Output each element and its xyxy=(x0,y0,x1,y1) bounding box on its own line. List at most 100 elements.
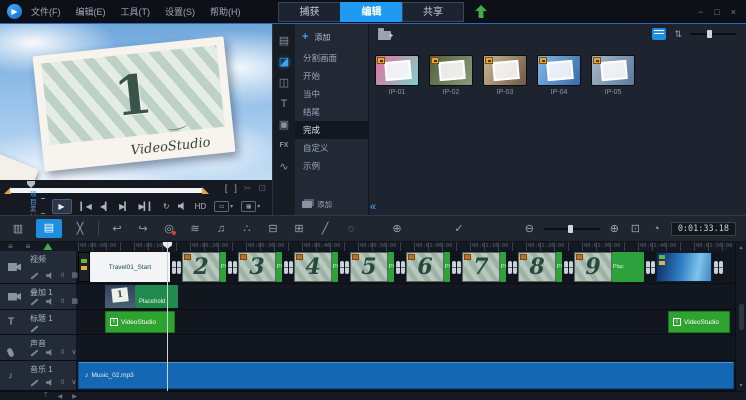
next-frame-icon[interactable]: ▶▎ xyxy=(119,202,129,211)
motion-tracking-icon[interactable]: ∴ xyxy=(239,220,255,238)
hd-quality-button[interactable]: HD xyxy=(195,202,207,211)
category-item-5[interactable]: 自定义 xyxy=(295,139,368,157)
clip-number-3[interactable]: 3 xyxy=(238,252,276,282)
overlay-clip-thumb[interactable]: 1 xyxy=(105,285,135,308)
title-clip-2[interactable]: TVideoStudio xyxy=(668,311,730,333)
music-clip[interactable]: ♪Music_02.mp3 xyxy=(78,362,734,389)
track-header-3[interactable]: 声音0∨ xyxy=(0,335,77,360)
mute-icon[interactable] xyxy=(46,379,53,386)
zoom-slider[interactable] xyxy=(544,228,600,230)
sound-mixer-icon[interactable]: ≋ xyxy=(187,220,203,238)
sort-icon[interactable]: ⇅ xyxy=(674,29,682,40)
category-item-2[interactable]: 当中 xyxy=(295,85,368,103)
undo-icon[interactable]: ↩ xyxy=(109,220,125,238)
grid-icon[interactable]: ▦ xyxy=(71,298,78,305)
timeline-ruler[interactable]: 00:00:00:0000:00:10:0000:00:20:0000:00:3… xyxy=(78,242,735,251)
track-header-1[interactable]: 叠加 10▦ xyxy=(0,284,77,309)
menu-item-3[interactable]: 设置(S) xyxy=(165,5,195,18)
clip-number-7[interactable]: 7 xyxy=(462,252,500,282)
menu-item-0[interactable]: 文件(F) xyxy=(31,5,61,18)
tab-share[interactable]: 共享 xyxy=(402,2,464,22)
scroll-up-icon[interactable]: ▴ xyxy=(739,244,742,251)
slider-knob[interactable] xyxy=(568,225,573,233)
add-track-icon[interactable]: ≡ xyxy=(26,242,31,251)
track-header-2[interactable]: T标题 1 xyxy=(0,310,77,334)
playhead-line[interactable] xyxy=(167,242,168,391)
transition-icon[interactable] xyxy=(338,252,350,282)
clip-number-9[interactable]: 9 xyxy=(574,252,612,282)
collapse-panel-icon[interactable]: « xyxy=(370,202,376,212)
tab-capture[interactable]: 捕获 xyxy=(278,2,340,22)
project-duration-icon[interactable]: ◔ xyxy=(650,220,663,238)
ripple-edit-icon[interactable] xyxy=(30,379,38,386)
transition-icon[interactable] xyxy=(644,252,656,282)
go-end-icon[interactable]: ▶▎▎ xyxy=(138,202,153,211)
transition-icon[interactable] xyxy=(506,252,518,282)
graphic-icon[interactable]: ▣ xyxy=(279,119,289,131)
tools-icon[interactable]: ╳ xyxy=(72,220,88,238)
category-item-1[interactable]: 开始 xyxy=(295,67,368,85)
subtitle-editor-icon[interactable]: ⊟ xyxy=(265,220,281,238)
transition-icon[interactable] xyxy=(170,252,182,282)
mask-creator-icon[interactable]: ◌ xyxy=(343,220,359,238)
menu-item-2[interactable]: 工具(T) xyxy=(121,5,151,18)
library-footer-button[interactable]: 添加 xyxy=(302,199,332,210)
ripple-edit-icon[interactable] xyxy=(30,325,38,332)
clip-travel01[interactable]: Travel01_Start xyxy=(90,252,170,282)
multi-camera-editor-icon[interactable]: ✓ xyxy=(451,220,467,238)
timeline-view-icon[interactable]: ▤ xyxy=(36,219,62,238)
clip-number-5[interactable]: 5 xyxy=(350,252,388,282)
grid-icon[interactable]: ▦ xyxy=(71,272,78,279)
ripple-edit-icon[interactable] xyxy=(30,272,38,279)
category-item-3[interactable]: 结尾 xyxy=(295,103,368,121)
transition-icon[interactable] xyxy=(562,252,574,282)
redo-icon[interactable]: ↪ xyxy=(135,220,151,238)
add-category-button[interactable]: + 添加 xyxy=(295,29,368,46)
clip-sky-end[interactable] xyxy=(656,252,712,282)
split-clip-icon[interactable]: ✂ xyxy=(244,183,252,194)
scroll-down-icon[interactable]: ▾ xyxy=(739,382,742,389)
template-thumbnail[interactable]: IP-01 xyxy=(375,55,419,96)
maximize-button[interactable]: □ xyxy=(714,7,719,17)
prev-frame-icon[interactable]: ◀▎ xyxy=(100,202,110,211)
repeat-icon[interactable]: ↻ xyxy=(163,202,169,211)
track-motion-icon[interactable]: ⊕ xyxy=(389,220,405,238)
fit-timeline-icon[interactable]: ⊡ xyxy=(629,220,642,238)
category-item-4[interactable]: 完成 xyxy=(295,121,368,139)
title-clip-1[interactable]: TVideoStudio xyxy=(105,311,175,333)
expand-icon[interactable]: ∨ xyxy=(71,349,76,356)
go-start-icon[interactable]: ▎◀ xyxy=(81,202,91,211)
clip-number-8[interactable]: 8 xyxy=(518,252,556,282)
clip-number-4[interactable]: 4 xyxy=(294,252,332,282)
text-track-icon[interactable]: T xyxy=(44,393,48,399)
speaker-icon[interactable] xyxy=(178,202,186,210)
mute-icon[interactable] xyxy=(46,272,53,279)
minimize-button[interactable]: − xyxy=(698,7,703,17)
template-thumbnail[interactable]: IP-04 xyxy=(537,55,581,96)
track-header-4[interactable]: ♪音乐 10∨ xyxy=(0,361,77,390)
thumbnail-size-slider[interactable] xyxy=(690,33,736,35)
storyboard-view-icon[interactable]: ▥ xyxy=(10,220,26,238)
play-button[interactable]: ▶ xyxy=(52,199,72,214)
expand-icon[interactable]: ∨ xyxy=(71,379,76,386)
category-item-0[interactable]: 分割画面 xyxy=(295,49,368,67)
auto-music-icon[interactable]: ♫ xyxy=(213,220,229,238)
clip-placeholder-end[interactable]: Plac xyxy=(612,252,644,282)
transition-icon[interactable] xyxy=(226,252,238,282)
painting-creator-icon[interactable]: ╱ xyxy=(317,220,333,238)
media-library-icon[interactable]: ▤ xyxy=(279,35,289,47)
filter-icon[interactable]: FX xyxy=(280,140,289,152)
scrollbar-thumb[interactable] xyxy=(739,304,744,330)
track-manager-icon[interactable]: ≡ xyxy=(8,242,13,251)
ripple-edit-icon[interactable] xyxy=(43,243,52,250)
transition-icon[interactable] xyxy=(450,252,462,282)
enlarge-preview-icon[interactable]: ⊡ xyxy=(258,183,266,194)
ripple-edit-icon[interactable] xyxy=(30,298,38,305)
ripple-edit-icon[interactable] xyxy=(30,349,38,356)
upload-arrow-icon[interactable] xyxy=(475,5,487,18)
transition-icon[interactable] xyxy=(282,252,294,282)
mute-icon[interactable] xyxy=(46,298,53,305)
transition-icon[interactable] xyxy=(394,252,406,282)
slider-knob[interactable] xyxy=(707,30,712,38)
record-capture-icon[interactable]: ◎ xyxy=(161,220,177,238)
